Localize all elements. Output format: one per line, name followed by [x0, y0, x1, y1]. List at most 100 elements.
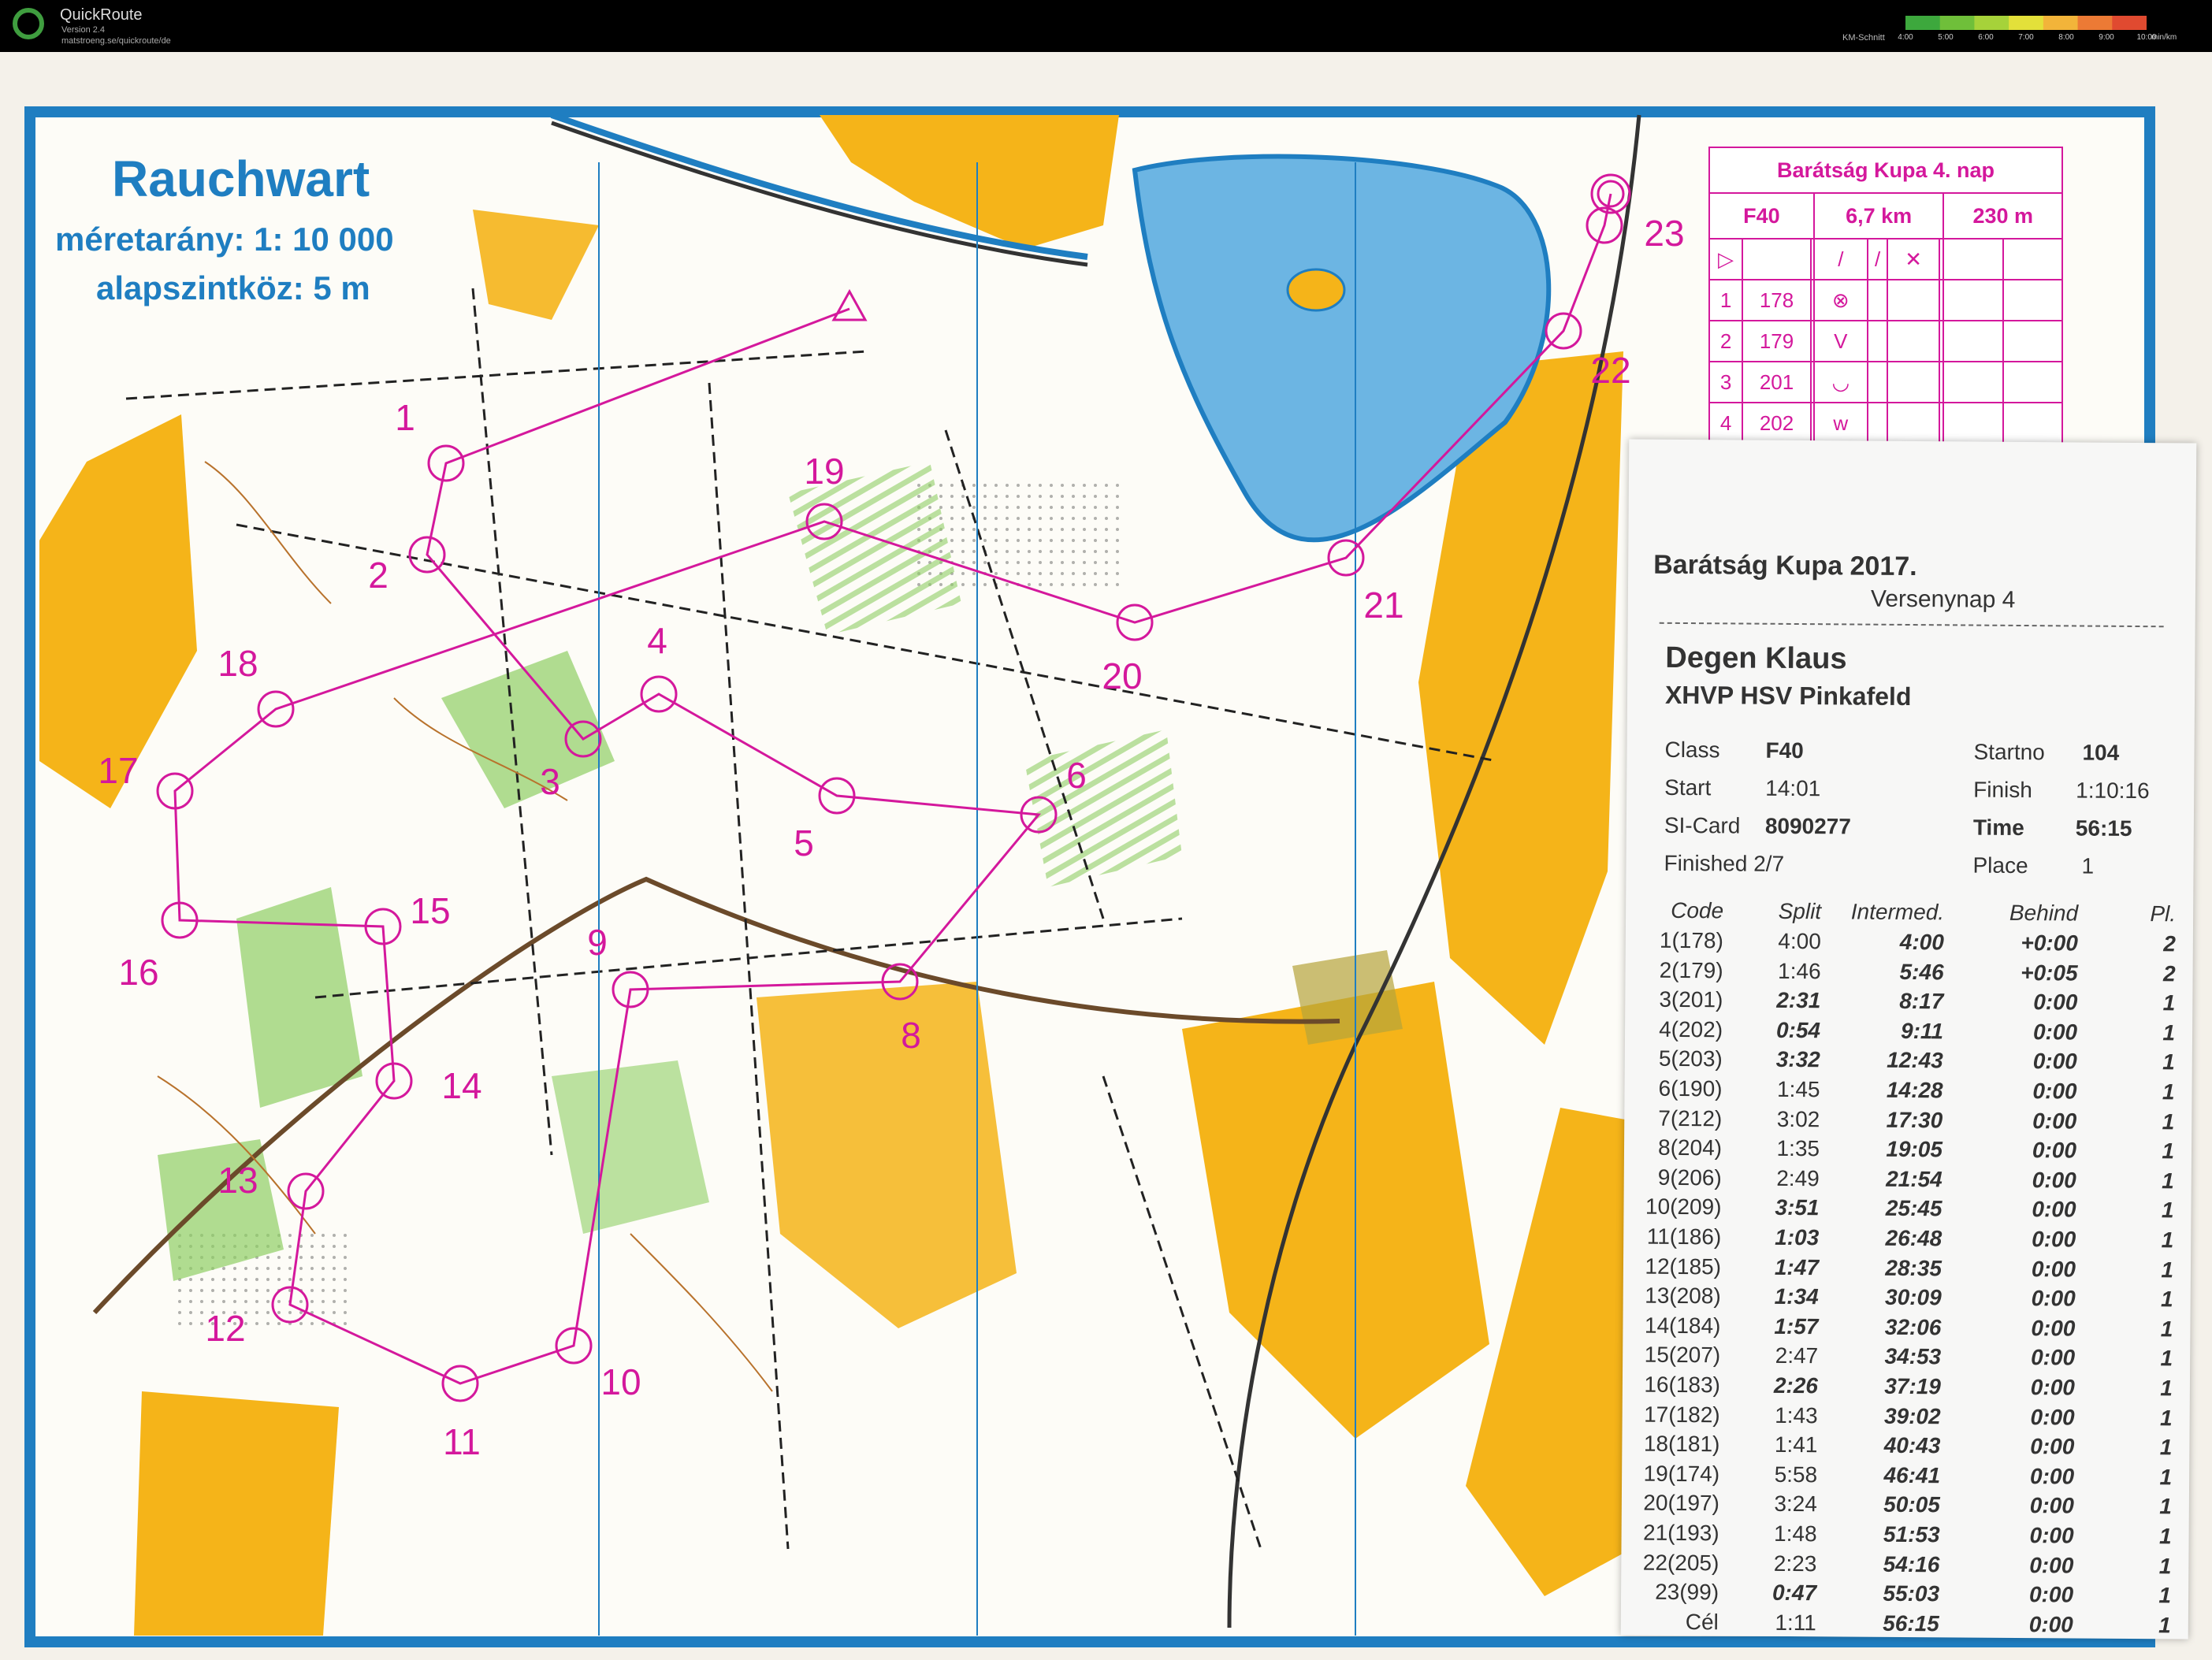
split-pl: 1: [2161, 1287, 2173, 1312]
empty-cell: [1887, 320, 1940, 362]
split-split: 1:45: [1776, 1076, 1820, 1102]
split-pl: 1: [2158, 1553, 2172, 1578]
split-pl: 1: [2162, 1020, 2176, 1045]
description-row: 4 202 ᴡ: [1708, 402, 2064, 444]
split-pl: 1: [2161, 1227, 2174, 1253]
split-row: 9(206) 2:49 21:54 0:00 1: [1643, 1164, 2179, 1198]
pace-tick: 6:00: [1978, 33, 1994, 42]
split-code: 16(183): [1644, 1372, 1721, 1398]
split-code: 19(174): [1643, 1461, 1720, 1487]
split-inter: 40:43: [1883, 1432, 1941, 1458]
control-number-18: 18: [217, 643, 258, 684]
split-row: 8(204) 1:35 19:05 0:00 1: [1643, 1135, 2179, 1169]
split-pl: 1: [2161, 1257, 2174, 1282]
split-pl: 1: [2162, 1049, 2175, 1075]
split-inter: 50:05: [1883, 1492, 1940, 1517]
split-code: 12(185): [1645, 1253, 1722, 1279]
split-pl: 1: [2160, 1376, 2173, 1401]
split-inter: 28:35: [1885, 1255, 1942, 1280]
row-code: 202: [1742, 402, 1812, 444]
description-row: 2 179 V: [1708, 320, 2064, 362]
split-behind: 0:00: [2032, 1019, 2078, 1045]
split-row: 3(201) 2:31 8:17 0:00 1: [1644, 987, 2180, 1021]
pace-color-segment: [2112, 16, 2147, 30]
split-table-header: Code Split Intermed. Behind Pl.: [1645, 898, 2180, 929]
row-symbol: ᴡ: [1812, 402, 1868, 444]
split-row: 18(181) 1:41 40:43 0:00 1: [1641, 1432, 2177, 1465]
split-behind: 0:00: [2032, 1197, 2076, 1222]
split-behind: 0:00: [2032, 1227, 2076, 1252]
split-split: 3:02: [1776, 1106, 1820, 1131]
split-code: 6(190): [1658, 1075, 1723, 1101]
row-number: 1: [1708, 279, 1744, 321]
row-number: 4: [1708, 402, 1744, 444]
settlement-area: [1292, 950, 1403, 1045]
split-row: 6(190) 1:45 14:28 0:00 1: [1643, 1076, 2179, 1110]
control-number-20: 20: [1102, 655, 1143, 696]
runner-name: Degen Klaus: [1665, 641, 1847, 676]
split-split: 1:41: [1774, 1432, 1818, 1458]
split-row: 11(186) 1:03 26:48 0:00 1: [1642, 1224, 2178, 1258]
split-row: 10(209) 3:51 25:45 0:00 1: [1642, 1194, 2178, 1228]
app-version: Version 2.4: [61, 25, 106, 35]
description-length: 6,7 km: [1812, 192, 1945, 240]
split-row: Cél 1:11 56:15 0:00 1: [1640, 1609, 2176, 1643]
empty-cell: [1866, 361, 1889, 403]
header-intermed: Intermed.: [1850, 899, 1945, 925]
control-number-23: 23: [1644, 213, 1685, 254]
split-pl: 1: [2162, 990, 2176, 1016]
split-time-slip: Barátság Kupa 2017. Versenynap 4 Degen K…: [1620, 439, 2197, 1643]
time-value: 56:15: [2075, 815, 2132, 841]
split-code: 7(212): [1658, 1105, 1723, 1131]
app-name: QuickRoute: [60, 6, 143, 24]
split-inter: 54:16: [1883, 1551, 1940, 1576]
empty-cell: [1887, 402, 1940, 444]
place-label: Place: [1972, 852, 2028, 878]
split-inter: 37:19: [1884, 1373, 1942, 1399]
pace-color-segment: [1905, 16, 1941, 30]
split-code: 13(208): [1645, 1283, 1721, 1309]
split-behind: 0:00: [2030, 1375, 2076, 1400]
split-pl: 1: [2159, 1494, 2172, 1519]
split-code: 17(182): [1644, 1402, 1720, 1427]
split-split: 2:26: [1773, 1372, 1819, 1398]
split-row: 19(174) 5:58 46:41 0:00 1: [1641, 1461, 2177, 1495]
split-behind: 0:00: [2033, 990, 2078, 1015]
control-number-15: 15: [410, 890, 451, 931]
split-split: 5:58: [1774, 1461, 1818, 1487]
empty-cell: [1866, 320, 1889, 362]
split-behind: 0:00: [2028, 1582, 2074, 1607]
split-behind: +0:05: [2021, 960, 2078, 986]
split-behind: 0:00: [2031, 1315, 2076, 1341]
split-split: 0:47: [1771, 1580, 1817, 1606]
split-behind: 0:00: [2031, 1256, 2076, 1282]
empty-cell: [2002, 361, 2064, 403]
lake-island: [1286, 268, 1346, 312]
split-split: 3:24: [1774, 1491, 1817, 1517]
split-code: 4(202): [1659, 1016, 1723, 1042]
split-code: 14(184): [1644, 1313, 1721, 1339]
description-title: Barátság Kupa 4. nap: [1708, 147, 2063, 194]
pace-legend-ticks: 4:00 5:00 6:00 7:00 8:00 9:00 10:00: [1898, 33, 2156, 44]
split-pl: 1: [2162, 1168, 2174, 1194]
split-inter: 9:11: [1900, 1018, 1944, 1044]
header-code: Code: [1671, 897, 1724, 923]
control-number-16: 16: [118, 952, 159, 993]
split-behind: 0:00: [2029, 1523, 2074, 1548]
row-symbol: ◡: [1812, 361, 1868, 403]
split-code: Cél: [1685, 1609, 1719, 1635]
row-code: 178: [1742, 279, 1812, 321]
split-split: 1:47: [1774, 1254, 1820, 1279]
split-split: 2:23: [1773, 1550, 1817, 1576]
slip-divider: [1659, 622, 2164, 628]
split-row: 21(193) 1:48 51:53 0:00 1: [1640, 1521, 2176, 1554]
description-class: F40: [1708, 192, 1815, 240]
control-number-8: 8: [901, 1015, 921, 1056]
split-row: 2(179) 1:46 5:46 +0:05 2: [1644, 957, 2180, 991]
split-split: 1:57: [1774, 1313, 1819, 1339]
split-split: 1:48: [1774, 1521, 1817, 1547]
pace-color-segment: [1939, 16, 1975, 30]
row-symbol: ⊗: [1812, 279, 1868, 321]
control-number-11: 11: [443, 1421, 481, 1462]
split-row: 1(178) 4:00 4:00 +0:00 2: [1645, 928, 2180, 962]
